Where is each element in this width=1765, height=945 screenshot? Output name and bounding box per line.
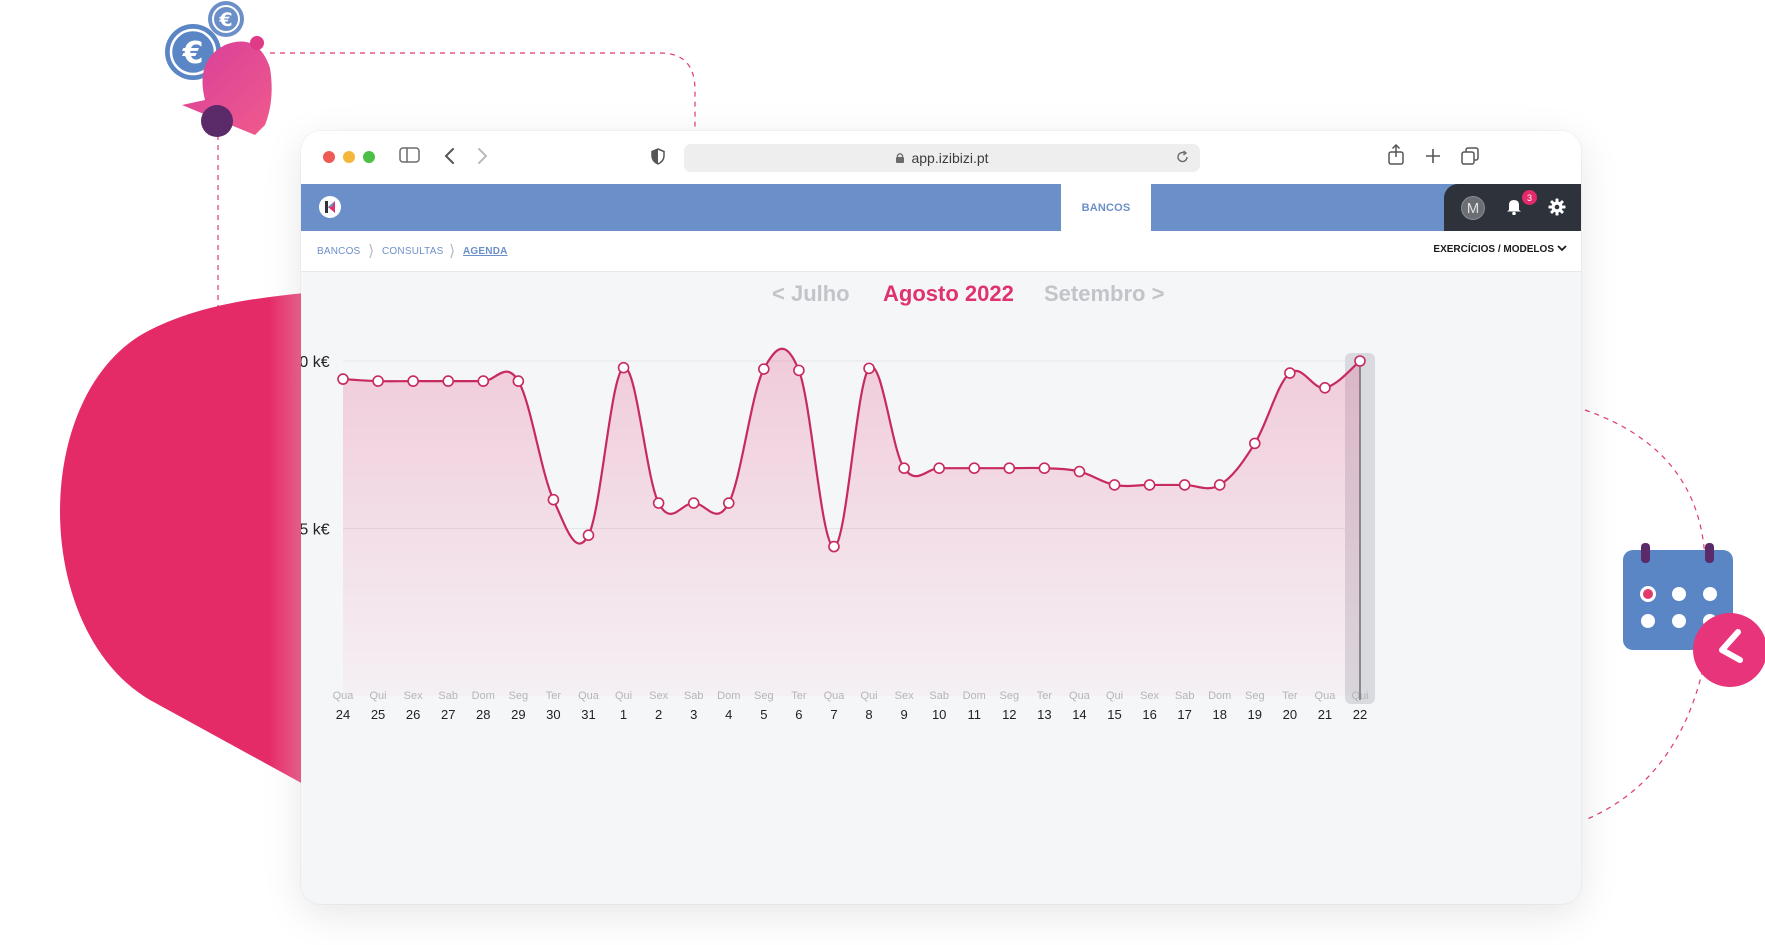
y-tick-label: 2,5 k€ bbox=[301, 522, 330, 539]
data-point bbox=[372, 375, 384, 387]
x-day-label: 8 bbox=[865, 707, 872, 722]
data-point bbox=[512, 375, 525, 387]
x-weekday-label: Qua bbox=[578, 690, 600, 702]
x-weekday-label: Ter bbox=[791, 690, 807, 702]
data-point bbox=[828, 540, 840, 553]
data-point bbox=[1003, 462, 1016, 475]
x-day-label: 25 bbox=[371, 707, 385, 722]
x-day-label: 27 bbox=[441, 707, 455, 722]
data-point bbox=[1143, 479, 1156, 491]
x-weekday-label: Sab bbox=[438, 690, 458, 702]
data-point bbox=[1213, 479, 1226, 491]
data-point bbox=[652, 497, 665, 509]
data-point bbox=[337, 373, 349, 385]
x-day-label: 17 bbox=[1177, 707, 1191, 722]
x-weekday-label: Qua bbox=[1315, 690, 1337, 702]
x-day-label: 11 bbox=[967, 707, 981, 722]
data-point bbox=[722, 497, 735, 509]
left-pink-shape bbox=[60, 293, 305, 785]
data-point bbox=[407, 375, 419, 387]
data-point bbox=[582, 529, 595, 542]
data-point bbox=[477, 375, 490, 387]
calendar-clock-icon bbox=[1623, 543, 1765, 687]
svg-text:€: € bbox=[182, 36, 204, 71]
data-point bbox=[1284, 367, 1296, 379]
x-day-label: 7 bbox=[830, 707, 837, 722]
x-weekday-label: Seg bbox=[509, 690, 529, 702]
x-day-label: 14 bbox=[1072, 707, 1086, 722]
x-weekday-label: Sab bbox=[684, 690, 704, 702]
x-weekday-label: Qui bbox=[860, 690, 877, 702]
data-point bbox=[547, 493, 560, 506]
x-weekday-label: Qua bbox=[1069, 690, 1091, 702]
x-weekday-label: Sex bbox=[404, 690, 423, 702]
x-day-label: 28 bbox=[476, 707, 490, 722]
data-point bbox=[617, 361, 630, 374]
x-day-label: 26 bbox=[406, 707, 420, 722]
x-day-label: 10 bbox=[932, 707, 946, 722]
svg-text:€: € bbox=[218, 9, 232, 31]
data-point bbox=[1178, 479, 1191, 491]
x-weekday-label: Dom bbox=[472, 690, 495, 702]
x-weekday-label: Dom bbox=[963, 690, 986, 702]
x-day-label: 20 bbox=[1283, 707, 1297, 722]
data-point bbox=[442, 375, 455, 387]
x-day-label: 9 bbox=[900, 707, 907, 722]
x-weekday-label: Qua bbox=[824, 690, 846, 702]
x-weekday-label: Qui bbox=[1106, 690, 1123, 702]
x-weekday-label: Sex bbox=[895, 690, 914, 702]
x-weekday-label: Ter bbox=[1037, 690, 1053, 702]
x-weekday-label: Dom bbox=[1208, 690, 1231, 702]
x-weekday-label: Dom bbox=[717, 690, 740, 702]
x-weekday-label: Qui bbox=[1351, 690, 1368, 702]
data-point bbox=[968, 462, 981, 475]
x-weekday-label: Sex bbox=[1140, 690, 1159, 702]
x-weekday-label: Seg bbox=[754, 690, 774, 702]
x-day-label: 19 bbox=[1248, 707, 1262, 722]
x-weekday-label: Seg bbox=[1245, 690, 1265, 702]
data-point bbox=[1073, 465, 1086, 478]
data-point bbox=[758, 363, 770, 375]
x-weekday-label: Seg bbox=[1000, 690, 1020, 702]
x-day-label: 21 bbox=[1318, 707, 1332, 722]
x-weekday-label: Qui bbox=[615, 690, 632, 702]
x-day-label: 31 bbox=[581, 707, 595, 722]
data-point bbox=[933, 462, 945, 475]
x-day-label: 4 bbox=[725, 707, 732, 722]
x-day-label: 6 bbox=[795, 707, 802, 722]
x-day-label: 16 bbox=[1142, 707, 1156, 722]
x-weekday-label: Sab bbox=[929, 690, 949, 702]
x-day-label: 30 bbox=[546, 707, 560, 722]
x-weekday-label: Qua bbox=[333, 690, 355, 702]
x-day-label: 3 bbox=[690, 707, 697, 722]
x-day-label: 13 bbox=[1037, 707, 1051, 722]
x-day-label: 1 bbox=[620, 707, 627, 722]
x-day-label: 18 bbox=[1212, 707, 1226, 722]
y-tick-label: 5,0 k€ bbox=[301, 354, 330, 371]
x-weekday-label: Ter bbox=[546, 690, 562, 702]
x-day-label: 15 bbox=[1107, 707, 1121, 722]
chart-area-fill bbox=[343, 348, 1360, 696]
data-point bbox=[1038, 462, 1051, 475]
x-day-label: 22 bbox=[1353, 707, 1367, 722]
data-point bbox=[1319, 381, 1331, 394]
data-point bbox=[1108, 479, 1121, 491]
x-weekday-label: Qui bbox=[370, 690, 387, 702]
x-day-label: 24 bbox=[336, 707, 350, 722]
x-weekday-label: Sab bbox=[1175, 690, 1195, 702]
data-point bbox=[1248, 437, 1261, 450]
data-point bbox=[898, 462, 910, 475]
x-weekday-label: Sex bbox=[649, 690, 668, 702]
x-day-label: 29 bbox=[511, 707, 525, 722]
x-day-label: 5 bbox=[760, 707, 767, 722]
data-point bbox=[1354, 355, 1366, 367]
data-point bbox=[863, 362, 875, 375]
data-point bbox=[793, 364, 805, 377]
x-day-label: 12 bbox=[1002, 707, 1016, 722]
balance-area-chart: 5,0 k€2,5 k€ Qua24Qui25Sex26Sab27Dom28Se… bbox=[301, 347, 1375, 722]
data-point bbox=[687, 497, 700, 509]
browser-window: app.izibizi.pt BANCOS M 3 BANCOS ⟩ CONSU… bbox=[301, 131, 1581, 904]
x-day-label: 2 bbox=[655, 707, 662, 722]
x-weekday-label: Ter bbox=[1282, 690, 1298, 702]
